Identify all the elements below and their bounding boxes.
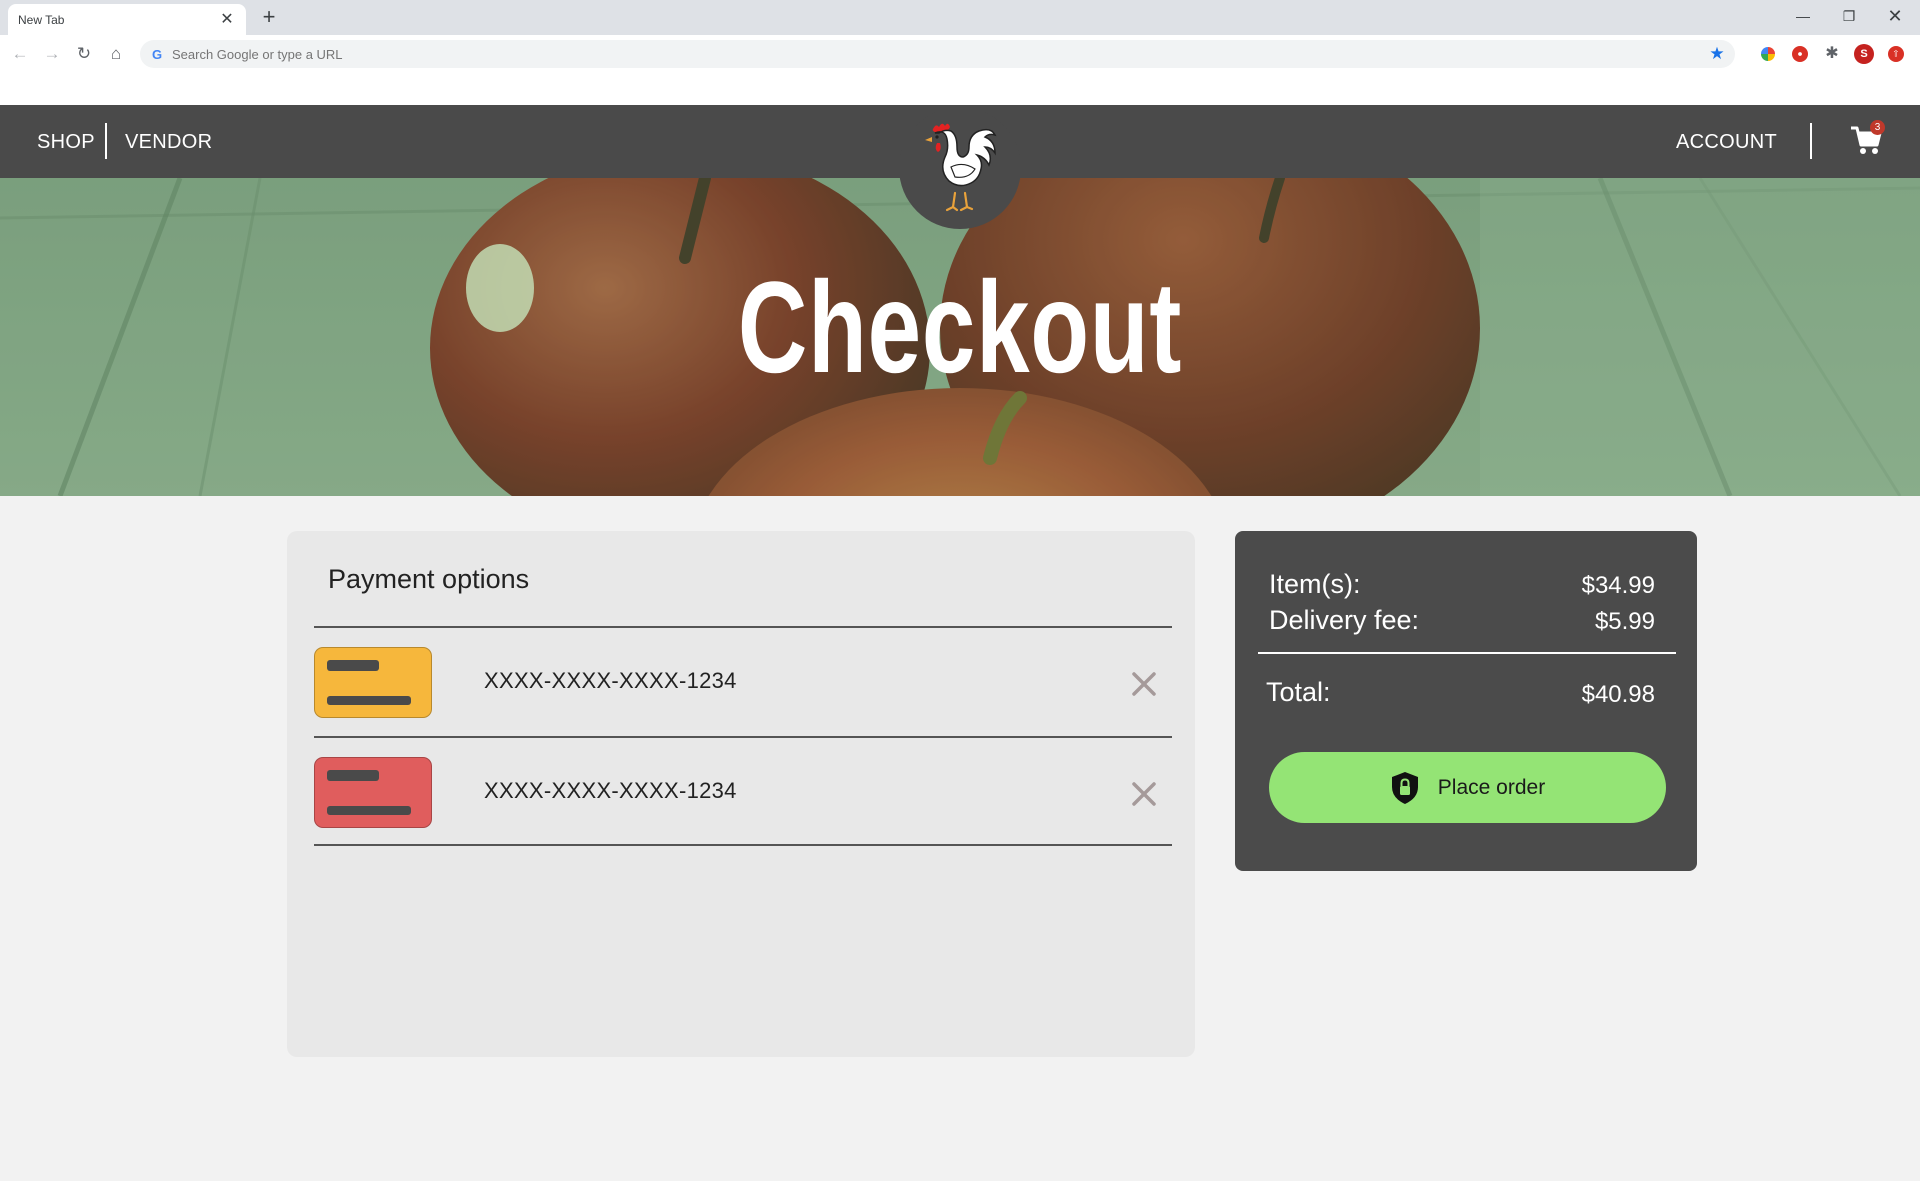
card-bar xyxy=(327,806,411,815)
card-number: XXXX-XXXX-XXXX-1234 xyxy=(484,778,737,803)
card-number: XXXX-XXXX-XXXX-1234 xyxy=(484,668,737,693)
page-title: Checkout xyxy=(737,254,1183,400)
payment-options-panel: Payment options XXXX-XXXX-XXXX-1234 XXXX… xyxy=(287,531,1195,1057)
total-value: $40.98 xyxy=(1581,681,1655,708)
rooster-icon xyxy=(925,123,997,212)
extensions-puzzle-icon[interactable]: ✱ xyxy=(1822,44,1842,64)
card-bar xyxy=(327,660,379,671)
payment-card-row[interactable]: XXXX-XXXX-XXXX-1234 xyxy=(314,628,1172,736)
credit-card-icon xyxy=(314,647,432,718)
tab-title: New Tab xyxy=(18,12,65,27)
profile-avatar[interactable]: S xyxy=(1854,44,1874,64)
back-arrow-icon[interactable]: ← xyxy=(8,42,32,66)
nav-shop-link[interactable]: SHOP xyxy=(37,131,95,154)
omnibox-input[interactable] xyxy=(172,46,1707,62)
bookmark-star-icon[interactable]: ★ xyxy=(1707,44,1727,64)
close-icon[interactable]: ✕ xyxy=(218,11,236,29)
total-label: Total: xyxy=(1266,677,1331,707)
payment-card-row[interactable]: XXXX-XXXX-XXXX-1234 xyxy=(314,738,1172,846)
card-bar xyxy=(327,696,411,705)
nav-account-link[interactable]: ACCOUNT xyxy=(1676,131,1777,154)
omnibox[interactable]: G ★ xyxy=(140,40,1735,68)
remove-card-icon[interactable] xyxy=(1128,778,1160,810)
items-label: Item(s): xyxy=(1269,569,1361,599)
remove-card-icon[interactable] xyxy=(1128,668,1160,700)
delivery-fee-label: Delivery fee: xyxy=(1269,605,1420,635)
nav-vendor-link[interactable]: VENDOR xyxy=(125,131,212,154)
rooster-logo[interactable] xyxy=(899,107,1021,229)
google-icon: G xyxy=(151,46,163,62)
lock-shield-icon xyxy=(1391,771,1418,804)
reload-icon[interactable]: ↻ xyxy=(72,42,96,66)
delivery-fee-value: $5.99 xyxy=(1594,608,1655,635)
divider xyxy=(1258,652,1676,654)
window-close-icon[interactable]: ✕ xyxy=(1872,4,1918,28)
forward-arrow-icon[interactable]: → xyxy=(40,42,64,66)
browser-toolbar: ← → ↻ ⌂ G ★ ● ✱ S ⇧ xyxy=(0,35,1920,105)
items-value: $34.99 xyxy=(1581,572,1655,599)
color-extension-icon[interactable] xyxy=(1761,47,1775,61)
order-summary-panel: Item(s): $34.99 Delivery fee: $5.99 Tota… xyxy=(1235,531,1697,871)
home-icon[interactable]: ⌂ xyxy=(104,42,128,66)
browser-tab[interactable]: New Tab ✕ xyxy=(8,4,246,35)
place-order-label: Place order xyxy=(1437,775,1546,799)
card-bar xyxy=(327,770,379,781)
browser-tabstrip: New Tab ✕ + — ❐ ✕ xyxy=(0,0,1920,35)
payment-options-title: Payment options xyxy=(328,564,530,594)
restore-icon[interactable]: ❐ xyxy=(1826,4,1872,28)
place-order-button[interactable]: Place order xyxy=(1269,752,1666,823)
new-tab-button[interactable]: + xyxy=(258,6,280,28)
cart-count-badge: 3 xyxy=(1870,120,1885,135)
divider xyxy=(314,844,1172,846)
minimize-icon[interactable]: — xyxy=(1780,4,1826,28)
nav-divider xyxy=(1810,123,1812,159)
credit-card-icon xyxy=(314,757,432,828)
nav-divider xyxy=(105,123,107,159)
update-icon[interactable]: ⇧ xyxy=(1888,46,1904,62)
adblock-extension-icon[interactable]: ● xyxy=(1792,46,1808,62)
